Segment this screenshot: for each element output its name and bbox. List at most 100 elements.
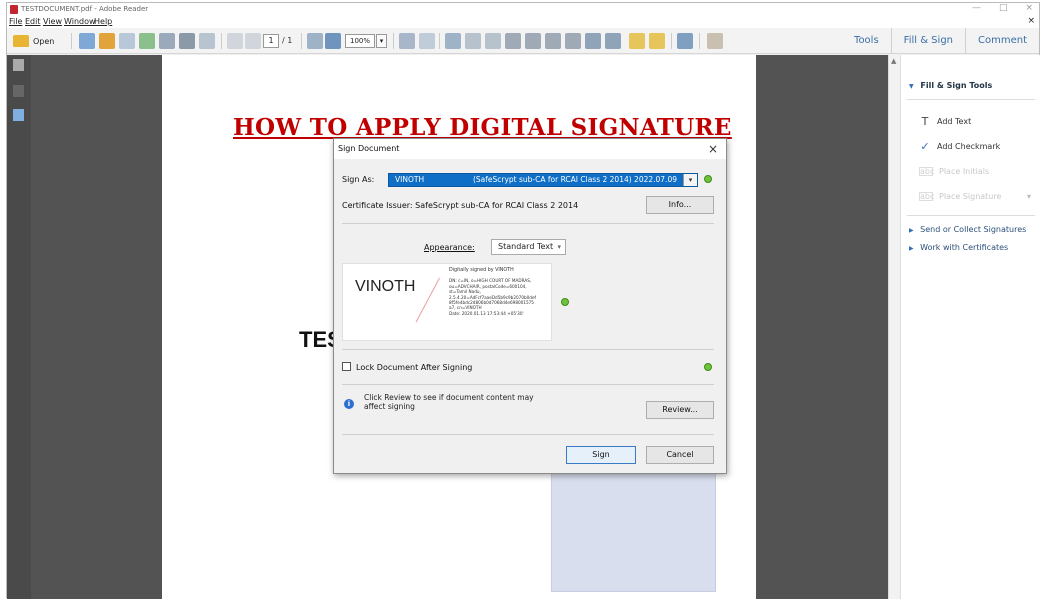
- window-title: TESTDOCUMENT.pdf - Adobe Reader: [21, 5, 149, 13]
- tab-tools[interactable]: Tools: [842, 28, 891, 54]
- place-signature-item[interactable]: abc Place Signature ▾: [919, 192, 1031, 201]
- paste-icon[interactable]: [545, 33, 561, 49]
- email-icon[interactable]: [199, 33, 215, 49]
- add-text-item[interactable]: T Add Text: [919, 115, 972, 128]
- menu-file[interactable]: File: [9, 17, 22, 26]
- lock-document-checkbox[interactable]: [342, 362, 351, 371]
- collapsed-icon: ▶: [909, 227, 914, 234]
- work-with-certificates-section[interactable]: ▶ Work with Certificates: [909, 243, 1008, 252]
- scroll-up-icon[interactable]: ▲: [891, 57, 896, 65]
- save-icon[interactable]: [159, 33, 175, 49]
- divider: [342, 434, 714, 435]
- tab-fill-sign[interactable]: Fill & Sign: [890, 28, 965, 54]
- snapshot-icon[interactable]: [565, 33, 581, 49]
- divider: [342, 223, 714, 224]
- hand-tool-icon[interactable]: [707, 33, 723, 49]
- appearance-value: Standard Text: [498, 242, 554, 251]
- review-message: Click Review to see if document content …: [364, 393, 534, 411]
- menu-help[interactable]: Help: [94, 17, 112, 26]
- comment-icon[interactable]: [649, 33, 665, 49]
- toolbar-separator: [671, 33, 672, 49]
- task-pane-tabs: Tools Fill & Sign Comment: [842, 28, 1039, 54]
- previous-page-icon[interactable]: [227, 33, 243, 49]
- appearance-status-icon: [561, 298, 569, 306]
- preview-line: Date: 2020.01.13 17:53:44 +05'30': [449, 310, 524, 316]
- divider: [907, 215, 1035, 216]
- print-icon[interactable]: [179, 33, 195, 49]
- toolbar-separator: [439, 33, 440, 49]
- fill-sign-pane: ▼ Fill & Sign Tools T Add Text ✓ Add Che…: [900, 55, 1041, 599]
- add-checkmark-item[interactable]: ✓ Add Checkmark: [919, 140, 1000, 153]
- navigation-pane: [7, 55, 31, 599]
- cancel-button[interactable]: Cancel: [646, 446, 714, 464]
- info-button[interactable]: Info...: [646, 196, 714, 214]
- zoom-dropdown-icon[interactable]: ▾: [376, 34, 387, 48]
- copy-icon[interactable]: [525, 33, 541, 49]
- highlight-icon[interactable]: [465, 33, 481, 49]
- toolbar-separator: [71, 33, 72, 49]
- share-icon[interactable]: [139, 33, 155, 49]
- info-icon: i: [344, 399, 354, 409]
- menu-edit[interactable]: Edit: [25, 17, 41, 26]
- menu-view[interactable]: View: [43, 17, 62, 26]
- chevron-down-icon[interactable]: ▾: [1027, 192, 1031, 201]
- checkmark-icon: ✓: [920, 140, 930, 153]
- signatures-panel-icon[interactable]: [13, 109, 24, 121]
- lock-document-label[interactable]: Lock Document After Signing: [356, 363, 472, 372]
- zoom-level-input[interactable]: 100%: [345, 34, 375, 48]
- fill-sign-tools-header[interactable]: ▼ Fill & Sign Tools: [909, 81, 992, 90]
- close-document-button[interactable]: ×: [1027, 16, 1035, 26]
- create-pdf-icon[interactable]: [79, 33, 95, 49]
- menu-window[interactable]: Window: [64, 17, 96, 26]
- folder-icon: [13, 35, 29, 47]
- title-bar: TESTDOCUMENT.pdf - Adobe Reader — □ ×: [7, 3, 1039, 16]
- vertical-scrollbar[interactable]: ▲: [888, 55, 900, 599]
- stamp-icon[interactable]: [605, 33, 621, 49]
- combine-files-icon[interactable]: [99, 33, 115, 49]
- close-icon[interactable]: ×: [708, 142, 718, 156]
- preview-header: Digitally signed by VINOTH: [449, 268, 514, 273]
- sign-as-label: Sign As:: [342, 175, 375, 184]
- maximize-button[interactable]: □: [999, 3, 1008, 13]
- expand-icon[interactable]: [677, 33, 693, 49]
- place-signature-label: Place Signature: [939, 192, 1002, 201]
- initials-icon: abc: [919, 167, 935, 176]
- zoom-out-icon[interactable]: [307, 33, 323, 49]
- fit-width-icon[interactable]: [399, 33, 415, 49]
- chevron-down-icon: ▾: [683, 174, 697, 186]
- pages-icon[interactable]: [13, 59, 24, 71]
- next-page-icon[interactable]: [245, 33, 261, 49]
- markup-icon[interactable]: [485, 33, 501, 49]
- find-icon[interactable]: [585, 33, 601, 49]
- sticky-note-icon[interactable]: [629, 33, 645, 49]
- toolbar-separator: [221, 33, 222, 49]
- toolbar: Open 1 / 1 100% ▾ Tools Fill & Sign Comm…: [7, 28, 1039, 54]
- close-window-button[interactable]: ×: [1025, 3, 1033, 13]
- appearance-dropdown[interactable]: Standard Text ▾: [491, 239, 566, 255]
- open-button[interactable]: Open: [13, 33, 54, 49]
- divider: [907, 99, 1035, 100]
- cut-icon[interactable]: [505, 33, 521, 49]
- minimize-button[interactable]: —: [972, 3, 981, 13]
- place-initials-item[interactable]: abc Place Initials: [919, 167, 989, 176]
- attachments-icon[interactable]: [13, 85, 24, 97]
- review-button[interactable]: Review...: [646, 401, 714, 419]
- sign-button[interactable]: Sign: [566, 446, 636, 464]
- send-collect-signatures-section[interactable]: ▶ Send or Collect Signatures: [909, 225, 1026, 234]
- read-mode-icon[interactable]: [445, 33, 461, 49]
- toolbar-separator: [393, 33, 394, 49]
- page-number-input[interactable]: 1: [263, 34, 279, 48]
- zoom-in-icon[interactable]: [325, 33, 341, 49]
- tab-comment[interactable]: Comment: [965, 28, 1039, 54]
- fit-page-icon[interactable]: [419, 33, 435, 49]
- place-initials-label: Place Initials: [939, 167, 990, 176]
- certificate-status-icon: [704, 175, 712, 183]
- edit-pdf-icon[interactable]: [119, 33, 135, 49]
- signer-name: VINOTH: [395, 175, 425, 184]
- preview-divider: [415, 277, 440, 323]
- sign-as-dropdown[interactable]: VINOTH (SafeScrypt sub-CA for RCAI Class…: [388, 173, 698, 187]
- collapsed-icon: ▶: [909, 245, 914, 252]
- open-label: Open: [33, 36, 55, 46]
- divider: [342, 384, 714, 385]
- sign-document-dialog: Sign Document × Sign As: VINOTH (SafeScr…: [333, 138, 727, 474]
